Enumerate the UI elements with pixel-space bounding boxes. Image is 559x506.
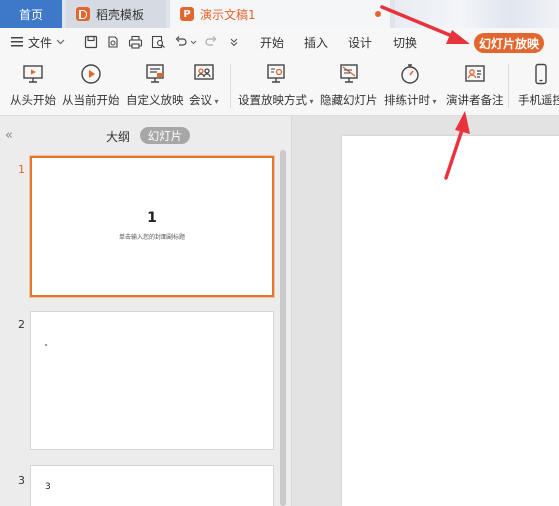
slide-number: 2 xyxy=(18,318,25,331)
custom-show-icon xyxy=(146,64,164,83)
slide-thumbnail-3[interactable]: 3 xyxy=(30,465,274,506)
stopwatch-icon xyxy=(401,64,419,84)
presentation-icon: P xyxy=(180,7,194,21)
chevron-down-icon xyxy=(56,39,65,45)
play-from-start-button[interactable]: 从头开始 xyxy=(10,62,56,108)
redo-button[interactable] xyxy=(204,28,218,56)
rehearse-timing-label: 排练计时 ▾ xyxy=(384,93,437,107)
quick-save-button[interactable] xyxy=(84,28,98,56)
custom-show-label: 自定义放映 xyxy=(126,93,184,107)
slide-thumbnail-2[interactable] xyxy=(30,311,274,450)
menu-file-label: 文件 xyxy=(28,35,53,50)
setup-show-button[interactable]: 设置放映方式 ▾ xyxy=(238,62,314,108)
menu-file[interactable]: 文件 xyxy=(10,28,65,56)
undo-icon xyxy=(175,36,187,46)
quick-access-more-button[interactable] xyxy=(229,28,239,56)
slide-number: 1 xyxy=(18,163,25,176)
blurred-area xyxy=(395,0,559,28)
hide-slide-button[interactable]: 隐藏幻灯片 xyxy=(320,62,378,108)
tab-template-label: 稻壳模板 xyxy=(96,7,145,22)
chevron-down-icon xyxy=(190,40,197,44)
tab-slides[interactable]: 幻灯片 xyxy=(140,127,190,144)
slide-number: 3 xyxy=(18,474,25,487)
menu-slideshow[interactable]: 幻灯片放映 xyxy=(474,33,544,53)
presenter-notes-icon xyxy=(465,65,485,82)
menu-start[interactable]: 开始 xyxy=(260,28,284,56)
unsaved-indicator xyxy=(375,11,381,17)
tab-bar: 首页 稻壳模板 P 演示文稿1 xyxy=(0,0,559,28)
text-cursor xyxy=(45,344,47,346)
double-chevron-down-icon xyxy=(230,38,238,47)
tab-outline[interactable]: 大纲 xyxy=(106,128,130,145)
menu-insert[interactable]: 插入 xyxy=(304,28,328,56)
phone-icon xyxy=(535,63,547,85)
collapse-panel-icon[interactable]: « xyxy=(5,128,13,143)
save-icon xyxy=(84,35,98,49)
quick-zoom-button[interactable] xyxy=(151,28,166,56)
play-from-current-button[interactable]: 从当前开始 xyxy=(62,62,120,108)
screen-play-icon xyxy=(23,65,43,83)
ribbon-divider xyxy=(508,64,509,108)
tab-home[interactable]: 首页 xyxy=(0,0,62,28)
tab-document-label: 演示文稿1 xyxy=(200,7,256,22)
play-from-start-label: 从头开始 xyxy=(10,93,56,107)
slide-title: 1 xyxy=(147,210,157,226)
slide-thumbnail-1[interactable]: 1 单击输入您的封面副标题 xyxy=(30,156,274,297)
hide-slide-icon xyxy=(340,64,358,83)
tab-document[interactable]: P 演示文稿1 xyxy=(170,0,390,28)
rehearse-timing-button[interactable]: 排练计时 ▾ xyxy=(384,62,437,108)
quick-print-preview-button[interactable] xyxy=(106,28,120,56)
menu-transition[interactable]: 切换 xyxy=(393,28,417,56)
meeting-label: 会议 ▾ xyxy=(189,93,219,107)
ribbon-divider xyxy=(230,64,231,108)
meeting-icon xyxy=(194,64,214,80)
quick-print-button[interactable] xyxy=(128,28,143,56)
hamburger-icon xyxy=(11,37,23,47)
redo-icon xyxy=(205,36,217,46)
slide-canvas[interactable] xyxy=(342,136,559,506)
setup-show-icon xyxy=(267,64,285,83)
slide-title: 3 xyxy=(45,482,51,492)
setup-show-label: 设置放映方式 ▾ xyxy=(238,93,314,107)
custom-show-button[interactable]: 自定义放映 xyxy=(126,62,184,108)
undo-button[interactable] xyxy=(174,28,197,56)
circle-play-icon xyxy=(81,64,101,84)
docer-icon xyxy=(76,7,90,21)
menu-design[interactable]: 设计 xyxy=(348,28,372,56)
tab-template[interactable]: 稻壳模板 xyxy=(66,0,166,28)
phone-remote-label: 手机遥控 xyxy=(518,93,559,107)
printer-icon xyxy=(128,35,143,49)
presenter-notes-button[interactable]: 演讲者备注 xyxy=(446,62,504,108)
hide-slide-label: 隐藏幻灯片 xyxy=(320,93,378,107)
print-preview-icon xyxy=(108,36,118,48)
phone-remote-button[interactable]: 手机遥控 xyxy=(518,62,559,108)
panel-scrollbar[interactable] xyxy=(280,150,286,506)
magnifier-icon xyxy=(151,35,165,49)
slide-subtitle: 单击输入您的封面副标题 xyxy=(118,234,185,241)
play-from-current-label: 从当前开始 xyxy=(62,93,120,107)
meeting-button[interactable]: 会议 ▾ xyxy=(189,62,219,108)
presenter-notes-label: 演讲者备注 xyxy=(446,93,504,107)
